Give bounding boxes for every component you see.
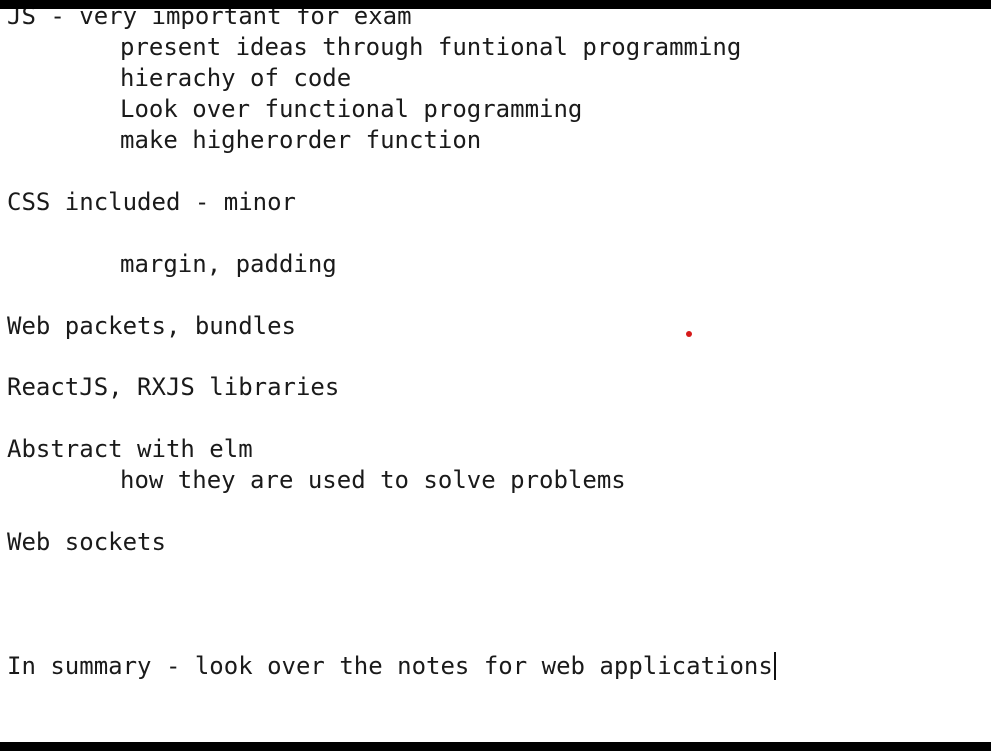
note-line-last: In summary - look over the notes for web… xyxy=(7,652,776,680)
note-line: Abstract with elm xyxy=(7,435,253,463)
note-line: Web sockets xyxy=(7,528,166,556)
note-line: ReactJS, RXJS libraries xyxy=(7,373,340,401)
note-line: hierachy of code xyxy=(120,64,352,92)
text-cursor xyxy=(773,652,776,680)
note-line: margin, padding xyxy=(120,250,337,278)
note-line: present ideas through funtional programm… xyxy=(120,33,742,61)
note-line: Look over functional programming xyxy=(120,95,583,123)
note-line: Web packets, bundles xyxy=(7,312,296,340)
note-line: JS - very important for exam xyxy=(7,9,412,30)
note-line: make higherorder function xyxy=(120,126,482,154)
note-line-text: In summary - look over the notes for web… xyxy=(7,652,773,680)
screen-frame: JS - very important for exam present ide… xyxy=(0,0,991,751)
red-dot-marker xyxy=(686,331,692,337)
text-editor-area[interactable]: JS - very important for exam present ide… xyxy=(0,9,991,742)
note-line: how they are used to solve problems xyxy=(120,466,626,494)
note-line: CSS included - minor xyxy=(7,188,296,216)
